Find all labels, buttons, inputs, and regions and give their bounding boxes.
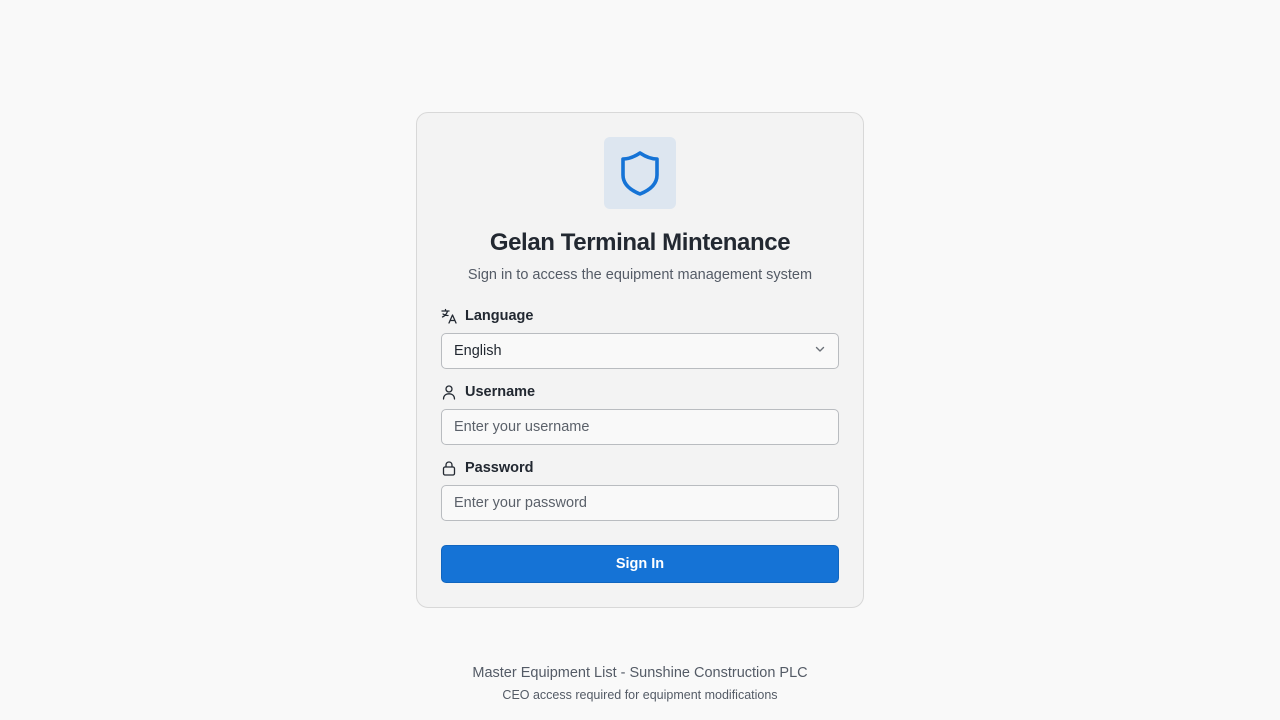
logo-badge: [604, 137, 676, 209]
username-label-text: Username: [465, 384, 536, 400]
password-label: Password: [441, 460, 534, 476]
language-label: Language: [441, 308, 533, 324]
lock-icon: [441, 460, 457, 476]
footer-note: CEO access required for equipment modifi…: [502, 688, 778, 702]
translate-icon: [441, 308, 457, 324]
user-icon: [441, 384, 457, 400]
login-card: Gelan Terminal Mintenance Sign in to acc…: [416, 112, 864, 608]
footer-title: Master Equipment List - Sunshine Constru…: [472, 665, 808, 681]
username-input[interactable]: [441, 409, 839, 445]
shield-icon: [621, 151, 659, 196]
sign-in-button[interactable]: Sign In: [441, 545, 839, 583]
password-input[interactable]: [441, 485, 839, 521]
language-select[interactable]: English: [441, 333, 839, 369]
page-subtitle: Sign in to access the equipment manageme…: [467, 267, 813, 283]
language-selected-value: English: [454, 343, 502, 359]
username-label: Username: [441, 384, 535, 400]
language-label-text: Language: [465, 308, 534, 324]
chevron-down-icon: [814, 343, 826, 359]
page-title: Gelan Terminal Mintenance: [489, 229, 791, 256]
password-label-text: Password: [465, 460, 534, 476]
